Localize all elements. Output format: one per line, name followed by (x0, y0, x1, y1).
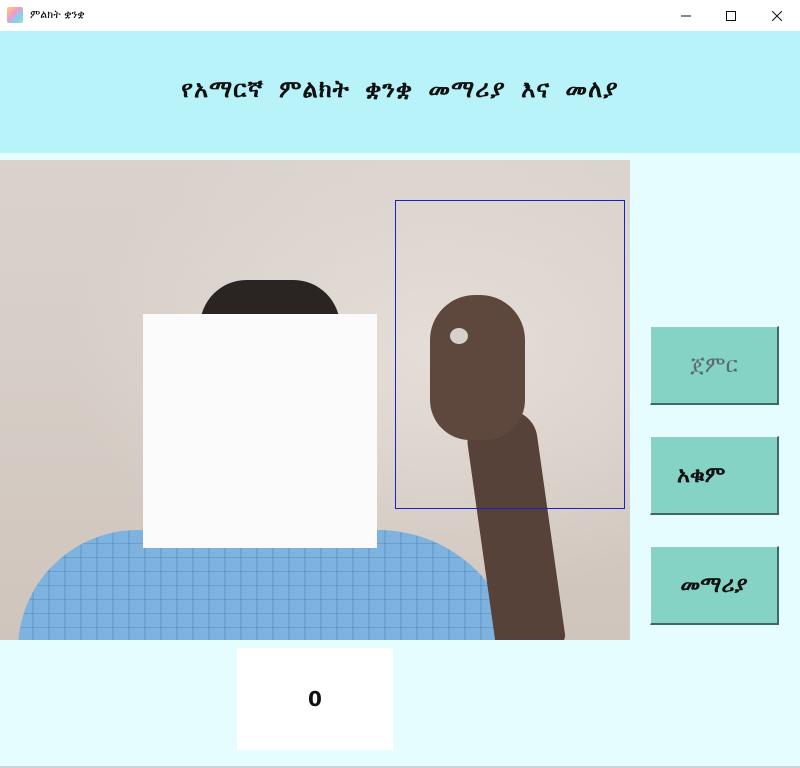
window-title: ምልክት ቋንቋ (30, 8, 85, 21)
header-banner: የአማርኛ ምልክት ቋንቋ መማሪያ እና መለያ (0, 31, 800, 153)
page-title: የአማርኛ ምልክት ቋንቋ መማሪያ እና መለያ (181, 75, 619, 103)
face-redaction-box (143, 314, 377, 548)
prediction-output: 0 (237, 648, 393, 750)
minimize-icon[interactable] (663, 0, 709, 31)
window-titlebar: ምልክት ቋንቋ (0, 0, 800, 32)
app-icon (7, 7, 23, 23)
tutorial-button[interactable]: መማሪያ (650, 546, 779, 625)
maximize-icon[interactable] (708, 0, 754, 31)
camera-feed (0, 160, 630, 640)
start-button[interactable]: ጀምር (650, 326, 779, 405)
stop-button[interactable]: አቁም (650, 436, 779, 515)
hand-detection-box (395, 200, 625, 509)
close-icon[interactable] (754, 0, 800, 31)
